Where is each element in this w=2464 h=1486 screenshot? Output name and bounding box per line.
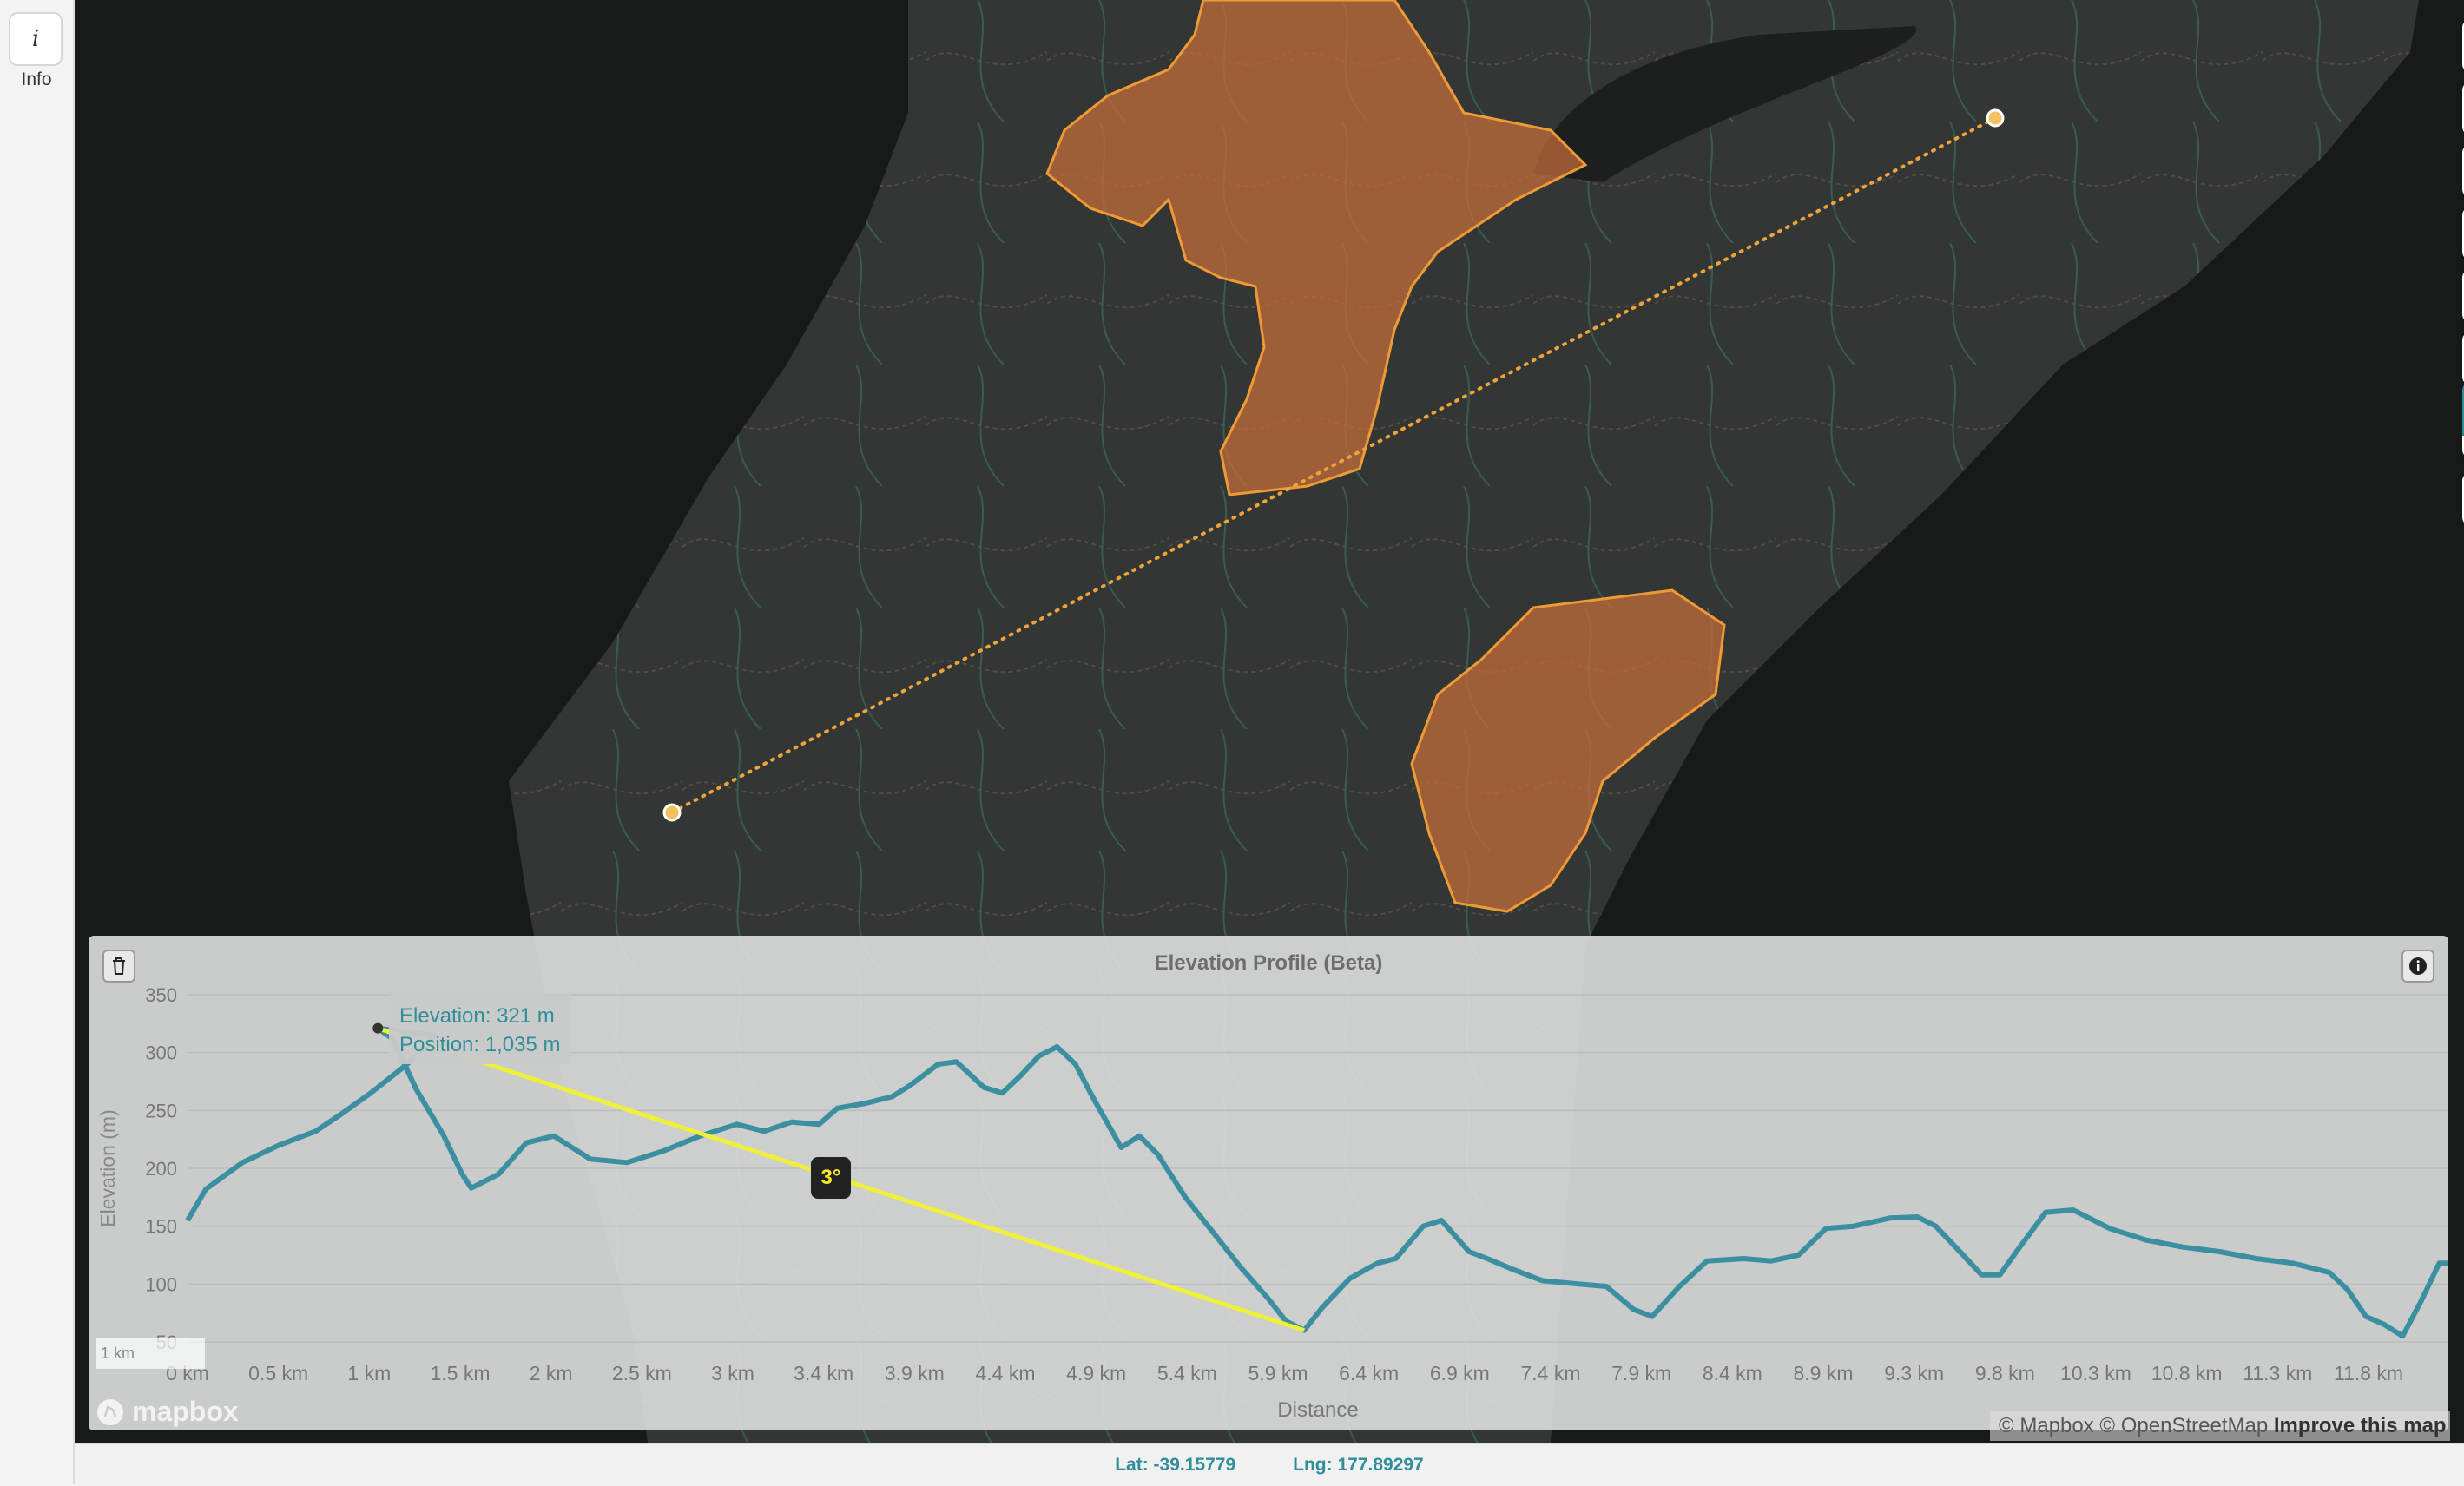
x-tick-label: 1 km bbox=[347, 1362, 391, 1384]
x-tick-label: 2 km bbox=[530, 1362, 573, 1384]
attribution-text: © Mapbox © OpenStreetMap bbox=[1999, 1414, 2269, 1437]
latitude-readout: Lat: -39.15779 bbox=[1115, 1455, 1236, 1475]
slope-angle-badge: 3° bbox=[811, 1157, 851, 1199]
x-tick-label: 6.9 km bbox=[1430, 1362, 1490, 1384]
info-label: Info bbox=[21, 69, 52, 89]
y-tick-label: 150 bbox=[145, 1216, 177, 1238]
longitude-readout: Lng: 177.89297 bbox=[1293, 1455, 1424, 1475]
mapbox-logo-icon bbox=[97, 1398, 123, 1425]
mapbox-logo[interactable]: mapbox bbox=[96, 1396, 239, 1428]
tooltip-elevation: Elevation: 321 m bbox=[399, 1004, 555, 1028]
hover-point bbox=[372, 1022, 384, 1034]
tooltip-position: Position: 1,035 m bbox=[399, 1033, 561, 1056]
y-tick-label: 100 bbox=[145, 1273, 177, 1295]
y-tick-label: 250 bbox=[145, 1100, 177, 1121]
y-tick-label: 300 bbox=[145, 1042, 177, 1064]
x-tick-label: 6.4 km bbox=[1339, 1362, 1399, 1384]
x-tick-label: 3.4 km bbox=[794, 1362, 853, 1384]
x-tick-label: 9.3 km bbox=[1884, 1362, 1944, 1384]
info-button[interactable]: i bbox=[9, 12, 63, 66]
x-tick-label: 11.3 km bbox=[2243, 1362, 2312, 1384]
x-tick-label: 0.5 km bbox=[248, 1362, 308, 1384]
x-tick-label: 10.3 km bbox=[2060, 1362, 2131, 1384]
x-tick-label: 7.9 km bbox=[1611, 1362, 1671, 1384]
route-end-marker[interactable] bbox=[1986, 108, 2005, 128]
elevation-tooltip: Elevation: 321 m Position: 1,035 m bbox=[389, 993, 571, 1064]
x-tick-label: 2.5 km bbox=[612, 1362, 672, 1384]
x-tick-label: 5.4 km bbox=[1157, 1362, 1217, 1384]
scale-bar: 1 km bbox=[96, 1338, 205, 1369]
y-tick-label: 200 bbox=[145, 1158, 177, 1180]
route-start-marker[interactable] bbox=[662, 803, 682, 822]
elevation-series-line bbox=[185, 1025, 2448, 1339]
x-tick-label: 5.9 km bbox=[1248, 1362, 1308, 1384]
y-tick-label: 350 bbox=[145, 984, 177, 1006]
mapbox-logo-text: mapbox bbox=[132, 1396, 239, 1427]
y-axis-label: Elevation (m) bbox=[96, 1109, 119, 1226]
map-attribution[interactable]: © Mapbox © OpenStreetMap Improve this ma… bbox=[1990, 1411, 2450, 1441]
info-icon: i bbox=[31, 26, 40, 52]
x-tick-label: 8.9 km bbox=[1793, 1362, 1853, 1384]
x-tick-label: 3.9 km bbox=[885, 1362, 945, 1384]
x-tick-label: 4.9 km bbox=[1066, 1362, 1126, 1384]
x-tick-label: 3 km bbox=[711, 1362, 754, 1384]
elevation-profile-panel: Elevation Profile (Beta) 501001502002503… bbox=[89, 936, 2448, 1430]
improve-map-link[interactable]: Improve this map bbox=[2274, 1414, 2447, 1437]
x-tick-label: 8.4 km bbox=[1703, 1362, 1762, 1384]
x-tick-label: 7.4 km bbox=[1520, 1362, 1580, 1384]
x-tick-label: 11.8 km bbox=[2334, 1362, 2403, 1384]
left-sidebar: i Info bbox=[0, 0, 75, 1484]
x-axis-label: Distance bbox=[1277, 1398, 1358, 1422]
x-tick-label: 1.5 km bbox=[430, 1362, 490, 1384]
x-tick-label: 10.8 km bbox=[2151, 1362, 2223, 1384]
x-tick-label: 9.8 km bbox=[1975, 1362, 2035, 1384]
status-bar: Lat: -39.15779 Lng: 177.89297 bbox=[75, 1443, 2464, 1486]
x-tick-label: 4.4 km bbox=[975, 1362, 1035, 1384]
